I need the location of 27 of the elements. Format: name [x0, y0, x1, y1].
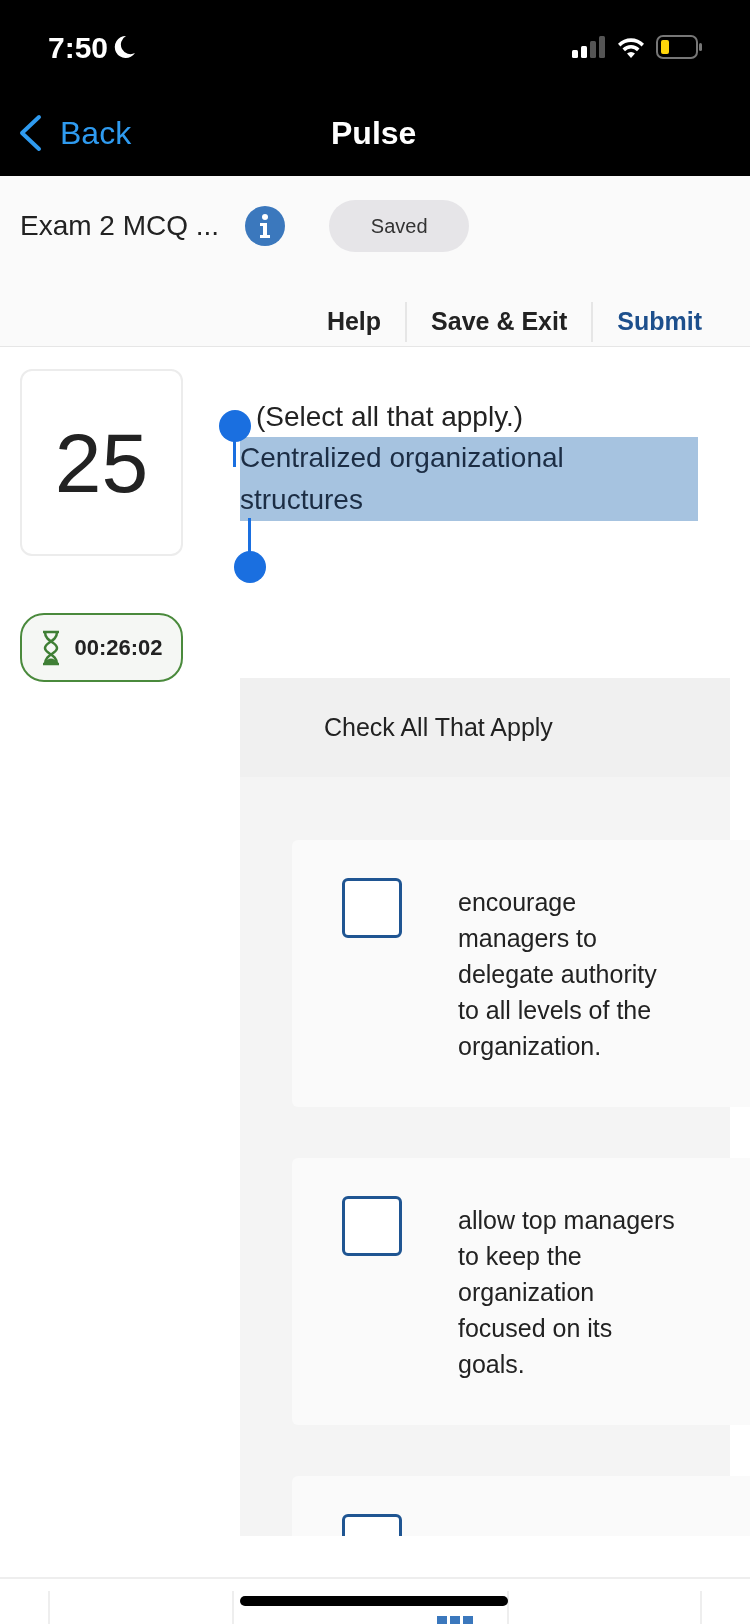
battery-icon — [656, 35, 702, 59]
answer-option[interactable]: encourage managers to delegate authority to all levels of the organization. — [292, 840, 750, 1107]
back-button[interactable]: Back — [0, 109, 132, 157]
grid-icon[interactable] — [437, 1616, 473, 1624]
wifi-icon — [616, 36, 646, 58]
status-time: 7:50 — [48, 29, 109, 66]
toolbar-button[interactable]: Submit — [591, 302, 726, 342]
option-text: allow top managers to keep the organization focused on its goals. — [458, 1205, 676, 1380]
checkbox[interactable] — [342, 878, 402, 938]
question-instruction: (Select all that apply.) — [255, 400, 525, 434]
info-icon[interactable] — [245, 206, 286, 246]
toolbar-button[interactable]: Save & Exit — [405, 302, 592, 342]
answer-heading: Check All That Apply — [324, 711, 553, 743]
exam-title: Exam 2 MCQ ... — [20, 209, 220, 243]
checkbox[interactable] — [342, 1196, 402, 1256]
chevron-left-icon — [18, 114, 42, 152]
timer-pill: 00:26:02 — [20, 613, 183, 682]
question-number: 25 — [20, 369, 183, 556]
answer-option[interactable]: allow top managers to keep the organization focused on its goals. — [292, 1158, 750, 1425]
screen-title: Pulse — [331, 114, 417, 153]
moon-icon — [114, 35, 137, 59]
saved-badge: Saved — [329, 200, 470, 252]
question-prompt: Centralized organizational structures — [240, 437, 698, 521]
selection-handle[interactable] — [233, 518, 267, 584]
signal-icon — [572, 36, 606, 58]
toolbar-button[interactable]: Help — [302, 302, 406, 342]
option-text: encourage managers to delegate authority to all levels of the organization. — [458, 887, 658, 1062]
